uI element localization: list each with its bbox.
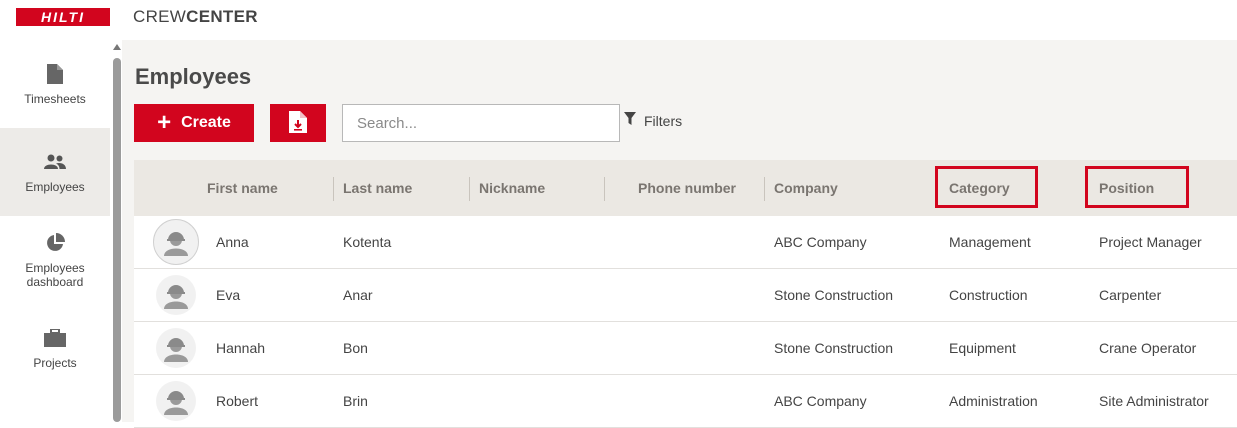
- filters-label: Filters: [644, 112, 683, 129]
- column-header-phone-number[interactable]: Phone number: [638, 160, 736, 216]
- top-bar: HILTI CREWCENTER: [0, 0, 1237, 40]
- cell-category: Management: [949, 234, 1031, 250]
- cell-category: Administration: [949, 393, 1038, 409]
- sidebar-item-label: Employees: [25, 180, 85, 194]
- cell-company: ABC Company: [774, 393, 867, 409]
- cell-last-name: Bon: [343, 340, 368, 356]
- create-button-label: Create: [181, 114, 231, 131]
- column-divider[interactable]: [333, 177, 334, 201]
- column-header-position[interactable]: Position: [1099, 160, 1154, 216]
- filters-button[interactable]: Filters: [624, 112, 682, 129]
- cell-first-name: Anna: [216, 234, 249, 250]
- table-row[interactable]: Robert Brin ABC Company Administration S…: [134, 375, 1237, 428]
- worker-avatar-icon: [156, 381, 196, 421]
- main-content: Employees + Create Filters First name La…: [122, 40, 1237, 428]
- hilti-logo[interactable]: HILTI: [16, 8, 110, 26]
- cell-position: Carpenter: [1099, 287, 1162, 303]
- export-button[interactable]: [270, 104, 326, 142]
- cell-first-name: Robert: [216, 393, 259, 409]
- people-icon: [43, 150, 67, 174]
- table-header: First name Last name Nickname Phone numb…: [134, 160, 1237, 216]
- sidebar-item-employees[interactable]: Employees: [0, 128, 110, 216]
- search-input[interactable]: [342, 104, 620, 142]
- sidebar-item-label: Employees dashboard: [25, 261, 85, 289]
- cell-first-name: Hannah: [216, 340, 266, 356]
- column-divider[interactable]: [469, 177, 470, 201]
- column-header-company[interactable]: Company: [774, 160, 838, 216]
- worker-avatar-icon: [156, 328, 196, 368]
- pie-chart-icon: [43, 231, 67, 255]
- briefcase-icon: [43, 326, 67, 350]
- scroll-up-arrow-icon[interactable]: [113, 44, 121, 50]
- worker-avatar-icon: [153, 219, 199, 265]
- cell-company: Stone Construction: [774, 340, 894, 356]
- worker-avatar-icon: [156, 275, 196, 315]
- cell-company: Stone Construction: [774, 287, 894, 303]
- cell-position: Site Administrator: [1099, 393, 1209, 409]
- app-title: CREWCENTER: [133, 7, 258, 27]
- column-header-first-name[interactable]: First name: [207, 160, 278, 216]
- file-download-icon: [289, 110, 307, 136]
- cell-position: Project Manager: [1099, 234, 1202, 250]
- cell-company: ABC Company: [774, 234, 867, 250]
- cell-last-name: Kotenta: [343, 234, 392, 250]
- filter-funnel-icon: [624, 112, 636, 129]
- table-row[interactable]: Eva Anar Stone Construction Construction…: [134, 269, 1237, 322]
- cell-position: Crane Operator: [1099, 340, 1197, 356]
- document-icon: [43, 62, 67, 86]
- cell-category: Equipment: [949, 340, 1016, 356]
- column-header-nickname[interactable]: Nickname: [479, 160, 545, 216]
- sidebar-item-label: Timesheets: [24, 92, 86, 106]
- sidebar-item-projects[interactable]: Projects: [0, 304, 110, 392]
- cell-last-name: Anar: [343, 287, 373, 303]
- sidebar: Timesheets Employees Employees dashboard…: [0, 40, 110, 422]
- sidebar-item-employees-dashboard[interactable]: Employees dashboard: [0, 216, 110, 304]
- create-button[interactable]: + Create: [134, 104, 254, 142]
- sidebar-item-label: Projects: [33, 356, 77, 370]
- sidebar-item-timesheets[interactable]: Timesheets: [0, 40, 110, 128]
- cell-first-name: Eva: [216, 287, 241, 303]
- table-row[interactable]: Anna Kotenta ABC Company Management Proj…: [134, 216, 1237, 269]
- table-row[interactable]: Hannah Bon Stone Construction Equipment …: [134, 322, 1237, 375]
- plus-icon: +: [157, 109, 172, 136]
- sidebar-scrollbar[interactable]: [112, 44, 122, 422]
- app-title-light: CREW: [133, 7, 187, 26]
- employees-table: First name Last name Nickname Phone numb…: [134, 160, 1237, 428]
- cell-category: Construction: [949, 287, 1028, 303]
- column-header-category[interactable]: Category: [949, 160, 1010, 216]
- app-title-bold: CENTER: [186, 7, 258, 26]
- column-divider[interactable]: [764, 177, 765, 201]
- column-divider[interactable]: [604, 177, 605, 201]
- page-title: Employees: [135, 64, 252, 89]
- cell-last-name: Brin: [343, 393, 368, 409]
- scrollbar-thumb[interactable]: [113, 58, 121, 422]
- column-header-last-name[interactable]: Last name: [343, 160, 412, 216]
